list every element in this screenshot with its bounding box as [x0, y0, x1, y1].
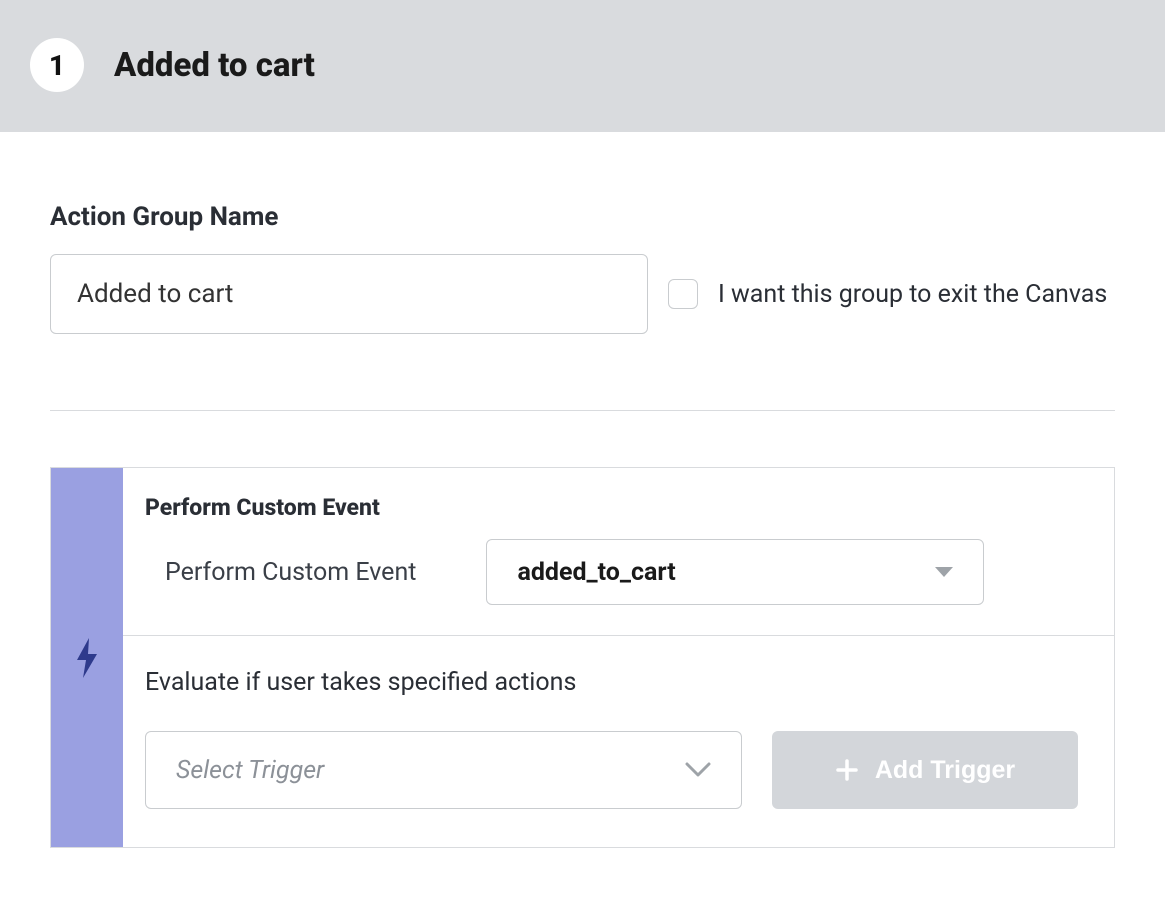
divider — [50, 410, 1115, 411]
evaluate-label: Evaluate if user takes specified actions — [145, 668, 1092, 697]
bolt-icon — [74, 638, 100, 678]
custom-event-value: added_to_cart — [517, 558, 675, 587]
exit-canvas-checkbox[interactable] — [668, 279, 698, 309]
event-sidebar — [51, 468, 123, 847]
add-trigger-button[interactable]: Add Trigger — [772, 731, 1078, 809]
custom-event-row-label: Perform Custom Event — [165, 558, 416, 587]
group-name-label: Action Group Name — [50, 202, 1115, 232]
custom-event-select[interactable]: added_to_cart — [486, 539, 984, 605]
trigger-section: Evaluate if user takes specified actions… — [123, 636, 1114, 847]
step-number-badge: 1 — [30, 38, 84, 92]
trigger-row: Select Trigger Add Trigger — [145, 731, 1092, 809]
custom-event-section: Perform Custom Event Perform Custom Even… — [123, 468, 1114, 636]
plus-icon — [835, 758, 859, 782]
exit-canvas-option: I want this group to exit the Canvas — [668, 279, 1107, 309]
trigger-placeholder: Select Trigger — [176, 756, 324, 785]
content-area: Action Group Name I want this group to e… — [0, 132, 1165, 898]
group-name-input[interactable] — [50, 254, 648, 334]
custom-event-title: Perform Custom Event — [145, 494, 1092, 521]
caret-down-icon — [935, 567, 953, 577]
chevron-down-icon — [685, 762, 711, 778]
step-title: Added to cart — [114, 46, 315, 85]
exit-canvas-label: I want this group to exit the Canvas — [718, 280, 1107, 309]
step-header: 1 Added to cart — [0, 0, 1165, 132]
custom-event-row: Perform Custom Event added_to_cart — [145, 539, 1092, 605]
event-body: Perform Custom Event Perform Custom Even… — [123, 468, 1114, 847]
step-number: 1 — [49, 49, 65, 82]
trigger-select[interactable]: Select Trigger — [145, 731, 742, 809]
group-name-row: I want this group to exit the Canvas — [50, 254, 1115, 334]
add-trigger-label: Add Trigger — [875, 756, 1015, 785]
event-card: Perform Custom Event Perform Custom Even… — [50, 467, 1115, 848]
